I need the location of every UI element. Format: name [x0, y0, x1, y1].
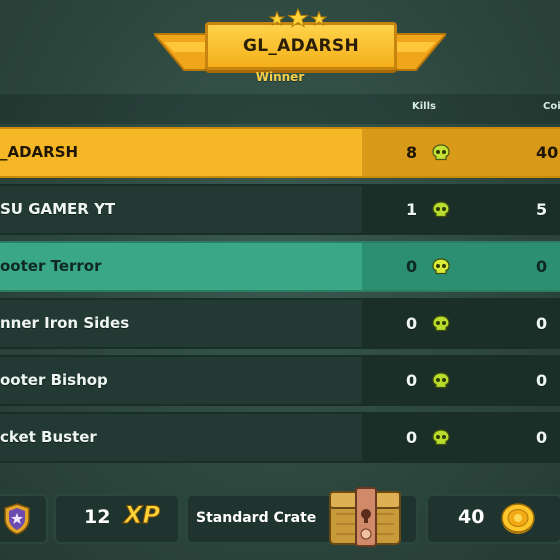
shield-badge-icon — [4, 503, 30, 535]
kills-cell: 0 — [406, 428, 418, 447]
coins-cell: 0 — [536, 314, 548, 333]
rank-panel[interactable] — [0, 494, 48, 544]
star-icon — [268, 10, 286, 27]
coin-icon — [501, 503, 535, 534]
xp-panel — [54, 494, 180, 544]
table-row[interactable]: ooter Bishop 0 0 — [0, 355, 560, 406]
xp-label: XP — [123, 501, 161, 530]
coins-cell: 0 — [536, 371, 548, 390]
stats-cell — [362, 357, 560, 404]
stats-cell — [362, 129, 560, 176]
table-row[interactable]: _ADARSH 8 40 — [0, 127, 560, 178]
kills-column-header: Kills — [412, 101, 436, 112]
coins-cell: 0 — [536, 257, 548, 276]
star-icon — [286, 8, 310, 28]
stats-cell — [362, 186, 560, 233]
table-header — [0, 94, 560, 124]
table-row[interactable]: nner Iron Sides 0 0 — [0, 298, 560, 349]
star-icon — [310, 10, 328, 27]
skull-icon — [432, 372, 450, 389]
skull-icon — [432, 201, 450, 218]
coins-cell: 5 — [536, 200, 548, 219]
table-row[interactable]: cket Buster 0 0 — [0, 412, 560, 463]
kills-cell: 0 — [406, 371, 418, 390]
player-name-cell: ooter Terror — [0, 257, 102, 275]
crate-icon — [329, 487, 401, 547]
player-name-cell: nner Iron Sides — [0, 314, 130, 332]
skull-icon — [432, 258, 450, 275]
skull-icon — [432, 429, 450, 446]
player-name: GL_ADARSH — [243, 36, 359, 56]
table-row[interactable]: SU GAMER YT 1 5 — [0, 184, 560, 235]
player-name-cell: ooter Bishop — [0, 371, 108, 389]
stats-cell — [362, 300, 560, 347]
coins-cell: 0 — [536, 428, 548, 447]
skull-icon — [432, 315, 450, 332]
kills-cell: 0 — [406, 314, 418, 333]
skull-icon — [432, 144, 450, 161]
kills-cell: 1 — [406, 200, 418, 219]
stars — [268, 8, 328, 28]
coins-panel — [426, 494, 560, 544]
crate-label: Standard Crate — [196, 510, 317, 526]
rewards-bar: 12 XP Standard Crate 40 — [0, 486, 560, 560]
table-row[interactable]: ooter Terror 0 0 — [0, 241, 560, 292]
xp-value: 12 — [84, 506, 111, 528]
coins-reward-value: 40 — [458, 506, 485, 528]
winner-label: Winner — [255, 70, 305, 84]
player-name-cell: SU GAMER YT — [0, 200, 116, 218]
kills-cell: 0 — [406, 257, 418, 276]
player-name-cell: cket Buster — [0, 428, 97, 446]
player-name-cell: _ADARSH — [0, 143, 79, 161]
kills-cell: 8 — [406, 143, 418, 162]
coins-column-header: Coi — [543, 101, 560, 112]
winner-banner: GL_ADARSH Winner — [0, 0, 560, 92]
coins-cell: 40 — [536, 143, 559, 162]
stats-cell — [362, 243, 560, 290]
stats-cell — [362, 414, 560, 461]
